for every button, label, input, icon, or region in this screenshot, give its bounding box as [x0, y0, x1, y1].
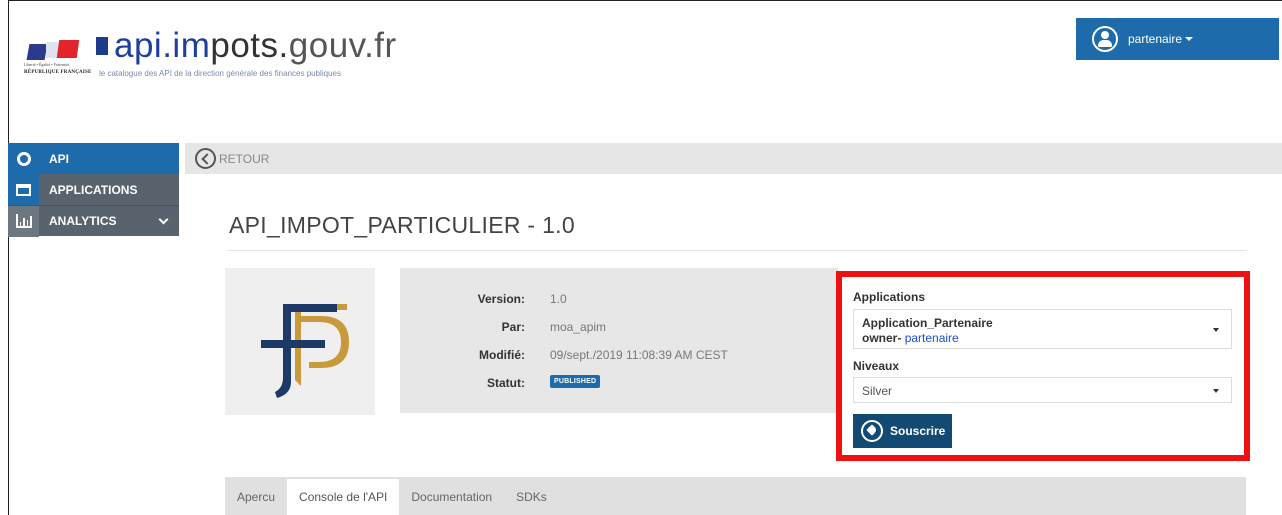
- sidebar-item-applications[interactable]: APPLICATIONS: [8, 174, 179, 205]
- api-info-panel: Version: 1.0 Par: moa_apim Modifié: 09/s…: [400, 268, 838, 413]
- author-label: Par:: [501, 320, 525, 334]
- modified-label: Modifié:: [479, 348, 525, 362]
- back-link[interactable]: RETOUR: [219, 152, 269, 166]
- back-arrow-icon[interactable]: [195, 148, 216, 169]
- author-value: moa_apim: [550, 320, 607, 334]
- level-select[interactable]: Silver: [853, 377, 1232, 403]
- subscribe-button[interactable]: Souscrire: [853, 414, 952, 448]
- user-menu-button[interactable]: partenaire: [1076, 18, 1279, 60]
- page-title: API_IMPOT_PARTICULIER - 1.0: [229, 212, 575, 238]
- sidebar: API APPLICATIONS ANALYTICS: [8, 143, 179, 237]
- subscribe-panel: Applications Application_Partenaire owne…: [836, 271, 1250, 461]
- applications-label: Applications: [853, 290, 926, 304]
- api-logo: [225, 268, 375, 415]
- application-icon: [16, 183, 31, 196]
- version-label: Version:: [477, 292, 525, 306]
- caret-down-icon: [1185, 37, 1194, 41]
- application-name: Application_Partenaire: [862, 316, 993, 330]
- bar-chart-icon: [15, 214, 32, 228]
- user-circle-icon: [1092, 26, 1118, 52]
- subscribe-button-label: Souscrire: [890, 424, 946, 438]
- tab-console[interactable]: Console de l'API: [287, 479, 400, 515]
- application-owner: owner- partenaire: [862, 331, 959, 345]
- republic-name: RÉPUBLIQUE FRANÇAISE: [24, 70, 92, 75]
- tab-bar: Apercu Console de l'API Documentation SD…: [225, 477, 1246, 515]
- tab-apercu[interactable]: Apercu: [225, 479, 287, 515]
- title-divider: [227, 250, 1247, 251]
- chevron-down-icon: [158, 214, 169, 225]
- back-bar: RETOUR: [185, 143, 1282, 174]
- sidebar-item-api[interactable]: API: [8, 143, 179, 174]
- sidebar-item-analytics[interactable]: ANALYTICS: [8, 205, 179, 237]
- application-select[interactable]: Application_Partenaire owner- partenaire: [853, 309, 1232, 349]
- tab-sdks[interactable]: SDKs: [504, 479, 559, 515]
- levels-label: Niveaux: [853, 359, 900, 373]
- version-value: 1.0: [550, 292, 567, 306]
- tag-icon: [861, 420, 883, 442]
- user-name: partenaire: [1128, 32, 1183, 46]
- sidebar-item-label: ANALYTICS: [49, 214, 117, 228]
- level-value: Silver: [862, 384, 893, 398]
- status-label: Statut:: [487, 376, 525, 390]
- status-badge: PUBLISHED: [550, 375, 601, 388]
- marianne-flag-logo: [26, 38, 84, 60]
- owner-link[interactable]: partenaire: [905, 331, 959, 345]
- gear-icon: [16, 151, 31, 166]
- sidebar-item-label: API: [49, 151, 70, 166]
- site-subtitle: le catalogue des API de la direction gén…: [99, 69, 341, 78]
- republic-motto: Liberté • Égalité • Fraternité: [24, 62, 70, 67]
- site-title[interactable]: api.impots.gouv.fr: [114, 26, 397, 66]
- chevron-down-icon: [1213, 389, 1219, 393]
- tab-documentation[interactable]: Documentation: [399, 479, 504, 515]
- modified-value: 09/sept./2019 11:08:39 AM CEST: [550, 348, 728, 362]
- brand-square-icon: [96, 37, 108, 55]
- chevron-down-icon: [1213, 328, 1219, 332]
- sidebar-item-label: APPLICATIONS: [49, 182, 138, 197]
